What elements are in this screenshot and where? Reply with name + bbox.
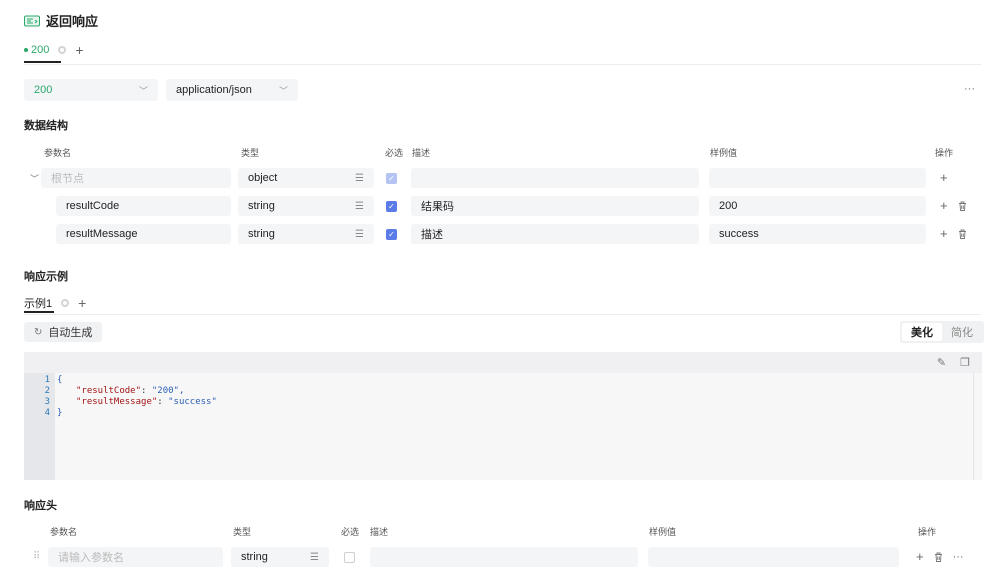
response-headers-label: 响应头 <box>24 500 57 512</box>
root-name-field[interactable]: 根节点 <box>41 168 231 188</box>
trash-icon[interactable] <box>958 229 967 239</box>
data-structure-label: 数据结构 <box>24 120 68 132</box>
line-number: 4 <box>44 408 50 418</box>
editor-toolbar <box>24 352 982 373</box>
divider <box>24 64 981 65</box>
param-name-field[interactable]: resultCode <box>56 196 231 216</box>
root-desc-field[interactable] <box>411 168 699 188</box>
column-header-type: 类型 <box>233 527 252 537</box>
add-tab-button[interactable]: + <box>75 43 83 57</box>
trash-icon[interactable] <box>934 552 943 562</box>
add-header-button[interactable]: + <box>916 549 924 564</box>
editor-actions: ✎ ❐ <box>937 356 970 369</box>
example-tabs: 示例1 + <box>24 295 86 311</box>
header-desc-field[interactable] <box>370 547 638 567</box>
collapse-chevron-icon[interactable]: ﹀ <box>30 172 39 185</box>
column-header-example: 样例值 <box>649 527 677 537</box>
param-ops: + <box>940 226 967 241</box>
active-tab-indicator <box>24 311 54 313</box>
copy-icon[interactable]: ❐ <box>960 356 970 369</box>
status-code-select[interactable]: 200 ﹀ <box>24 79 158 101</box>
add-param-button[interactable]: + <box>940 226 948 241</box>
response-icon <box>24 15 40 26</box>
section-title: 返回响应 <box>24 11 98 30</box>
status-tabs: 200 + <box>24 43 84 57</box>
code-line: { <box>57 375 63 385</box>
chevron-down-icon: ﹀ <box>138 85 148 96</box>
column-header-type: 类型 <box>241 148 260 158</box>
header-required-checkbox[interactable] <box>344 552 355 563</box>
edit-icon[interactable]: ✎ <box>937 356 946 369</box>
root-ops: + <box>940 170 948 185</box>
active-tab-indicator <box>24 61 61 63</box>
header-example-field[interactable] <box>648 547 899 567</box>
param-ops: + <box>940 198 967 213</box>
type-list-icon: ☰ <box>310 551 319 563</box>
column-header-example: 样例值 <box>710 148 738 158</box>
page-title: 返回响应 <box>46 14 99 29</box>
column-header-ops: 操作 <box>918 527 937 537</box>
tab-close-icon[interactable] <box>61 299 70 307</box>
code-line: "resultCode": "200", <box>76 386 185 396</box>
column-header-required: 必选 <box>385 148 404 158</box>
column-header-ops: 操作 <box>935 148 954 158</box>
column-header-name: 参数名 <box>50 527 78 537</box>
param-type-select[interactable]: string ☰ <box>238 196 374 216</box>
root-type-select[interactable]: object ☰ <box>238 168 374 188</box>
header-name-field[interactable]: 请输入参数名 <box>48 547 223 567</box>
trash-icon[interactable] <box>958 201 967 211</box>
add-example-button[interactable]: + <box>78 296 86 310</box>
add-param-button[interactable]: + <box>940 198 948 213</box>
line-number: 3 <box>44 397 50 407</box>
status-dot-icon <box>24 48 28 52</box>
param-type-select[interactable]: string ☰ <box>238 224 374 244</box>
root-required-checkbox[interactable]: ✓ <box>386 173 397 184</box>
header-ops: + ··· <box>916 549 964 564</box>
type-list-icon: ☰ <box>355 200 364 212</box>
param-required-checkbox[interactable]: ✓ <box>386 201 397 212</box>
column-header-name: 参数名 <box>44 148 72 158</box>
type-list-icon: ☰ <box>355 228 364 240</box>
tab-example1[interactable]: 示例1 <box>24 295 52 311</box>
tab-close-icon[interactable] <box>58 46 67 54</box>
type-list-icon: ☰ <box>355 172 364 184</box>
more-options-button[interactable]: ··· <box>964 83 975 95</box>
view-mode-toggle: 美化 简化 <box>900 321 984 343</box>
drag-handle-icon[interactable]: ⠿ <box>33 551 40 562</box>
beautify-button[interactable]: 美化 <box>902 323 942 341</box>
column-header-desc: 描述 <box>412 148 431 158</box>
more-options-button[interactable]: ··· <box>953 551 964 563</box>
simplify-button[interactable]: 简化 <box>942 323 982 341</box>
tab-200[interactable]: 200 <box>24 44 49 56</box>
response-example-label: 响应示例 <box>24 271 68 283</box>
line-number: 2 <box>44 386 50 396</box>
line-number: 1 <box>44 375 50 385</box>
divider <box>24 314 981 315</box>
chevron-down-icon: ﹀ <box>278 85 288 96</box>
param-example-field[interactable]: 200 <box>709 196 926 216</box>
auto-generate-button[interactable]: ↻ 自动生成 <box>24 322 103 342</box>
code-line: } <box>57 408 63 418</box>
code-editor[interactable]: ✎ ❐ 1 { 2 "resultCode": "200", 3 "result… <box>24 352 982 480</box>
refresh-icon: ↻ <box>34 326 43 338</box>
content-type-select[interactable]: application/json ﹀ <box>166 79 298 101</box>
column-header-desc: 描述 <box>370 527 389 537</box>
code-line: "resultMessage": "success" <box>76 397 217 407</box>
param-required-checkbox[interactable]: ✓ <box>386 229 397 240</box>
param-desc-field[interactable]: 描述 <box>411 224 699 244</box>
param-example-field[interactable]: success <box>709 224 926 244</box>
root-example-field[interactable] <box>709 168 926 188</box>
param-name-field[interactable]: resultMessage <box>56 224 231 244</box>
column-header-required: 必选 <box>341 527 360 537</box>
scrollbar[interactable] <box>973 373 982 480</box>
header-type-select[interactable]: string ☰ <box>231 547 329 567</box>
add-child-button[interactable]: + <box>940 170 948 185</box>
param-desc-field[interactable]: 结果码 <box>411 196 699 216</box>
